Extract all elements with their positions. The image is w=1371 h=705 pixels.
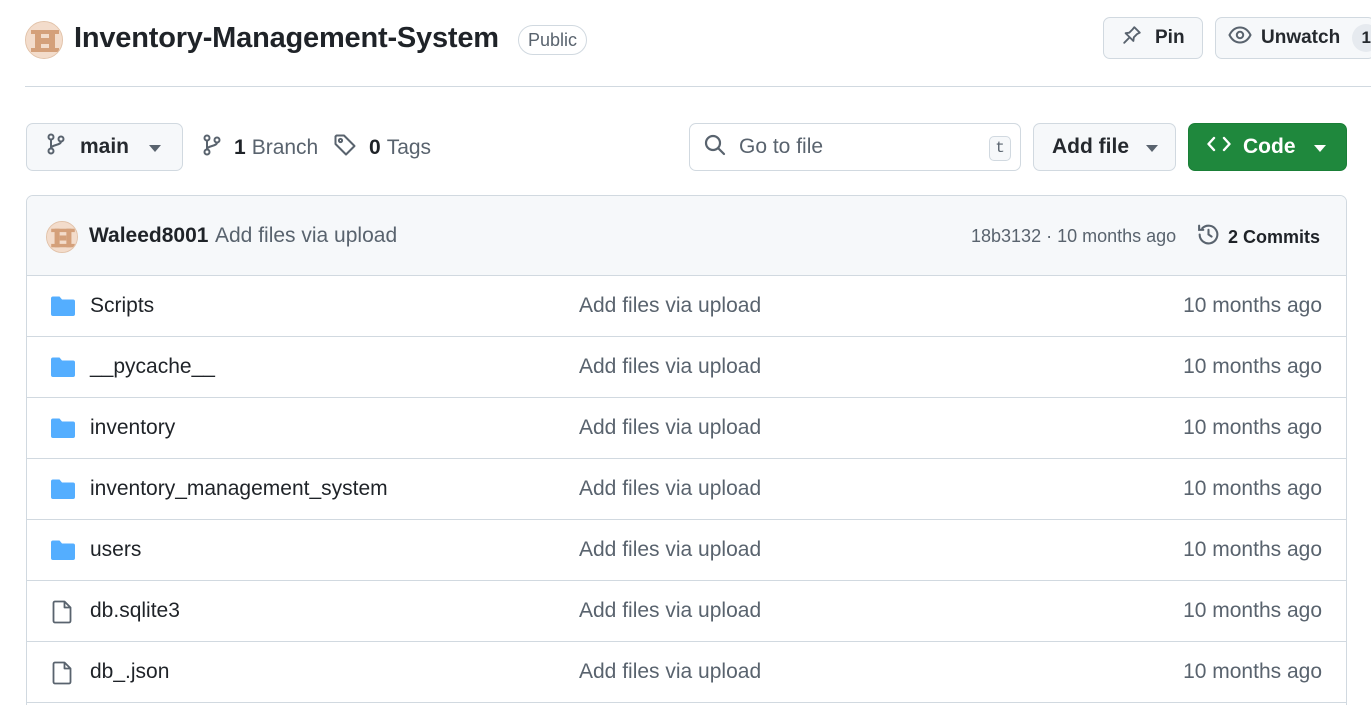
pin-button[interactable]: Pin xyxy=(1103,17,1203,59)
chevron-down-icon xyxy=(1146,135,1158,159)
file-commit-message-link[interactable]: Add files via upload xyxy=(579,416,761,440)
folder-icon xyxy=(50,356,76,378)
file-commit-message-link[interactable]: Add files via upload xyxy=(579,477,761,501)
owner-avatar[interactable] xyxy=(25,21,63,59)
commit-message-link[interactable]: Add files via upload xyxy=(215,224,397,248)
file-name-link[interactable]: Scripts xyxy=(90,294,154,318)
file-commit-message-link[interactable]: Add files via upload xyxy=(579,660,761,684)
chevron-down-icon xyxy=(1313,135,1326,159)
file-list: Scripts Add files via upload 10 months a… xyxy=(27,276,1346,703)
file-name-link[interactable]: db.sqlite3 xyxy=(90,599,180,623)
file-commit-age: 10 months ago xyxy=(1183,416,1322,439)
latest-commit-bar: Waleed8001 Add files via upload 18b3132 … xyxy=(27,196,1346,276)
folder-icon xyxy=(50,295,76,317)
file-commit-message-link[interactable]: Add files via upload xyxy=(579,294,761,318)
add-file-button[interactable]: Add file xyxy=(1033,123,1176,171)
commits-label: 2 Commits xyxy=(1228,226,1321,247)
tags-count: 0 xyxy=(369,136,381,159)
file-browser: Waleed8001 Add files via upload 18b3132 … xyxy=(26,195,1347,705)
visibility-badge: Public xyxy=(518,25,588,55)
file-row[interactable]: inventory_management_system Add files vi… xyxy=(27,459,1346,520)
branches-label: Branch xyxy=(251,136,319,159)
identicon-image xyxy=(26,22,62,58)
file-name-link[interactable]: inventory_management_system xyxy=(90,477,388,501)
author-avatar[interactable] xyxy=(46,221,78,253)
file-row[interactable]: Scripts Add files via upload 10 months a… xyxy=(27,276,1346,337)
pin-label: Pin xyxy=(1155,27,1185,48)
file-commit-age: 10 months ago xyxy=(1183,599,1322,622)
repo-header: Inventory-Management-System Public Pin U… xyxy=(0,0,1371,87)
tag-icon xyxy=(333,133,357,163)
file-row[interactable]: db_.json Add files via upload 10 months … xyxy=(27,642,1346,703)
file-commit-message-link[interactable]: Add files via upload xyxy=(579,355,761,379)
file-row[interactable]: inventory Add files via upload 10 months… xyxy=(27,398,1346,459)
go-to-file-input[interactable] xyxy=(739,135,979,159)
folder-icon xyxy=(50,478,76,500)
search-icon xyxy=(703,133,727,162)
code-label: Code xyxy=(1243,135,1296,158)
history-icon xyxy=(1196,222,1221,252)
code-icon xyxy=(1207,134,1231,160)
file-commit-age: 10 months ago xyxy=(1183,538,1322,561)
file-commit-age: 10 months ago xyxy=(1183,477,1322,500)
file-row[interactable]: __pycache__ Add files via upload 10 mont… xyxy=(27,337,1346,398)
code-button[interactable]: Code xyxy=(1188,123,1347,171)
file-name-link[interactable]: inventory xyxy=(90,416,175,440)
unwatch-label: Unwatch xyxy=(1261,27,1341,48)
pin-icon xyxy=(1121,24,1143,52)
file-commit-message-link[interactable]: Add files via upload xyxy=(579,538,761,562)
folder-icon xyxy=(50,539,76,561)
identicon-image xyxy=(47,222,77,252)
add-file-label: Add file xyxy=(1052,135,1129,158)
file-commit-age: 10 months ago xyxy=(1183,660,1322,683)
file-commit-message-link[interactable]: Add files via upload xyxy=(579,599,761,623)
unwatch-button[interactable]: Unwatch 1 xyxy=(1215,17,1371,59)
file-name-link[interactable]: users xyxy=(90,538,141,562)
repo-title[interactable]: Inventory-Management-System xyxy=(74,22,499,55)
file-name-link[interactable]: db_.json xyxy=(90,660,169,684)
git-branch-icon xyxy=(202,133,222,163)
file-row[interactable]: users Add files via upload 10 months ago xyxy=(27,520,1346,581)
file-icon xyxy=(50,661,76,685)
commit-hash-and-time[interactable]: 18b3132 · 10 months ago xyxy=(971,226,1176,247)
file-commit-age: 10 months ago xyxy=(1183,355,1322,378)
eye-icon xyxy=(1228,23,1252,53)
commit-author-link[interactable]: Waleed8001 xyxy=(89,224,208,248)
keyboard-shortcut-hint: t xyxy=(989,136,1011,161)
file-commit-age: 10 months ago xyxy=(1183,294,1322,317)
file-row[interactable]: db.sqlite3 Add files via upload 10 month… xyxy=(27,581,1346,642)
file-name-link[interactable]: __pycache__ xyxy=(90,355,215,379)
file-icon xyxy=(50,600,76,624)
branches-link[interactable]: 1 Branch xyxy=(202,133,318,163)
folder-icon xyxy=(50,417,76,439)
git-branch-icon xyxy=(46,133,66,161)
tags-label: Tags xyxy=(386,136,432,159)
branches-count: 1 xyxy=(234,136,246,159)
branch-name: main xyxy=(80,135,130,158)
watch-count: 1 xyxy=(1352,24,1371,52)
header-divider xyxy=(25,86,1371,87)
tags-link[interactable]: 0 Tags xyxy=(333,133,431,163)
commits-history-link[interactable]: 2 Commits xyxy=(1196,222,1320,252)
chevron-down-icon xyxy=(149,135,162,159)
branch-selector-button[interactable]: main xyxy=(26,123,183,171)
go-to-file-search[interactable]: t xyxy=(689,123,1021,171)
